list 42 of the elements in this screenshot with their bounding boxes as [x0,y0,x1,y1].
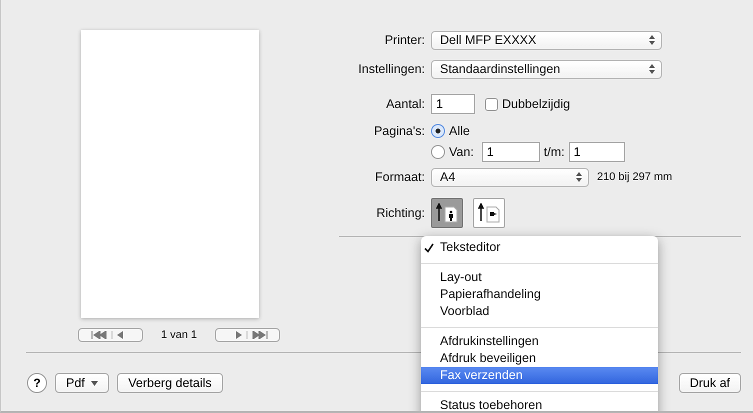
hide-details-button[interactable]: Verberg details [117,373,223,393]
up-down-arrows-icon [576,172,582,182]
checkmark-icon [424,242,434,252]
page-count: 1 van 1 [160,329,198,341]
portrait-orientation-button[interactable] [431,198,463,228]
orientation-label: Richting: [375,206,425,220]
first-previous-buttons[interactable] [78,328,143,342]
format-label: Formaat: [374,170,425,184]
radio-button[interactable] [431,124,445,138]
radio-label: Alle [449,124,470,138]
printer-label: Printer: [384,33,425,47]
pdf-button[interactable]: Pdf [55,373,110,393]
menu-item[interactable]: Papierafhandeling [421,286,658,303]
copies-field[interactable]: 1 [431,94,475,114]
printer-select[interactable]: Dell MFP EXXXX [431,30,662,50]
menu-item[interactable]: Lay-out [421,269,658,286]
menu-item[interactable]: Voorblad [421,303,658,320]
to-field[interactable]: 1 [568,142,625,162]
duplex-checkbox[interactable] [485,98,498,110]
copies-label: Aantal: [385,97,425,111]
paper-size-text: 210 bij 297 mm [597,171,672,183]
format-select[interactable]: A4 [431,168,589,186]
duplex-label: Dubbelzijdig [502,97,570,111]
menu-item[interactable]: Afdrukinstellingen [421,333,658,350]
up-down-arrows-icon [649,35,655,45]
to-label: t/m: [544,145,565,159]
caret-icon [91,381,98,386]
pages-label: Pagina's: [372,124,425,138]
radio-button[interactable] [431,145,445,159]
help-button[interactable]: ? [27,373,47,393]
settings-select[interactable]: Standaardinstellingen [431,60,662,78]
menu-item[interactable]: Teksteditor [421,239,658,256]
from-field[interactable]: 1 [482,142,540,162]
menu-item[interactable]: Afdruk beveiligen [421,350,658,367]
menu-item[interactable]: Status toebehoren [421,397,658,411]
landscape-orientation-button[interactable] [473,198,505,228]
up-down-arrows-icon [649,64,655,74]
radio-label: Van: [449,145,474,159]
settings-label: Instellingen: [357,62,425,76]
menu-item[interactable]: Fax verzenden [421,367,658,384]
print-button[interactable]: Druk af [678,373,741,393]
next-last-buttons[interactable] [215,328,280,342]
